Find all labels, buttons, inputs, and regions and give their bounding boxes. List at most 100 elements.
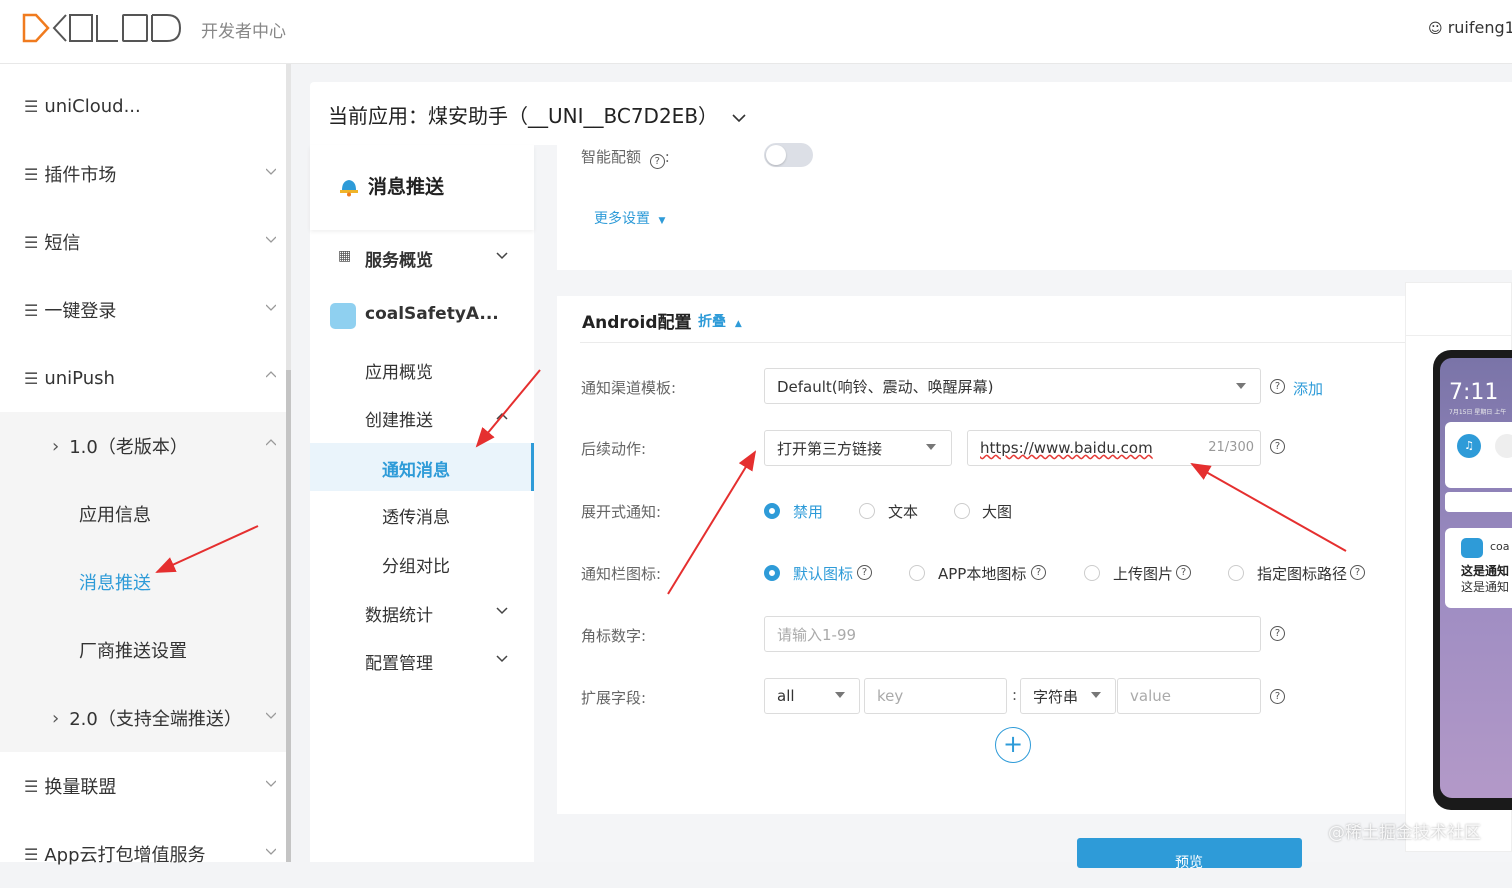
help-icon[interactable]: ? [1270,379,1285,394]
sidebar-item-traffic-alliance[interactable]: ☰ 换量联盟 [0,752,286,820]
grid-icon: ▦ [338,248,352,264]
sidebar-item-unipush[interactable]: ☰ uniPush [0,344,286,412]
nav-item-config-management[interactable]: 配置管理 [310,643,534,679]
url-char-count: 21/300 [1208,440,1254,455]
badge-number-label: 角标数字: [581,627,647,645]
nav-item-passthrough-message[interactable]: 透传消息 [310,497,534,533]
nav-item-create-push[interactable]: 创建推送 [310,400,534,436]
help-icon[interactable]: ? [1270,626,1285,641]
radio-icon-app-local[interactable] [909,565,925,581]
radio-expand-big-image[interactable] [954,503,970,519]
sidebar-item-unicloud[interactable]: ☰ uniCloud... [0,72,286,140]
dcloud-logo[interactable] [22,12,192,44]
radio-icon-app-local-label: APP本地图标 [938,565,1027,583]
chevron-up-icon [496,412,508,420]
help-icon[interactable]: ? [857,565,872,580]
header-subtitle: 开发者中心 [201,22,286,42]
caret-down-icon: ▼ [658,216,666,226]
ext-type-select[interactable]: 字符串 [1020,678,1116,714]
radio-expand-text-label: 文本 [888,503,919,521]
chevron-right-icon: › [52,707,60,729]
nav-item-app-overview[interactable]: 应用概览 [310,352,534,388]
phone-date: 7月15日 星期日 上午 [1449,409,1507,416]
chevron-down-icon [266,848,276,855]
notification-body: 这是通知 [1461,580,1510,594]
music-icon: ♫ [1457,434,1481,458]
list-icon: ☰ [24,164,39,184]
current-app-selector[interactable]: 当前应用：煤安助手（__UNI__BC7D2EB） [328,100,746,129]
radio-expand-disabled-label: 禁用 [793,503,824,521]
nav-item-service-overview[interactable]: ▦ 服务概览 [310,240,534,276]
radio-expand-disabled[interactable] [764,503,780,519]
url-input[interactable]: https://www.baidu.com 21/300 [967,430,1261,466]
channel-template-label: 通知渠道模板: [581,379,677,397]
radio-icon-upload[interactable] [1084,565,1100,581]
sidebar-item-unipush-v1[interactable]: › 1.0（老版本） [0,412,286,480]
add-channel-link[interactable]: 添加 [1293,378,1323,399]
preview-button[interactable]: 预览 [1077,838,1302,871]
nav-item-notification-message[interactable]: 通知消息 [310,443,534,491]
push-bell-icon [340,180,358,197]
list-icon: ☰ [24,232,39,252]
caret-down-icon [1236,383,1246,389]
chevron-down-icon [266,712,276,719]
extension-field-label: 扩展字段: [581,689,647,707]
add-extension-button[interactable]: + [995,727,1031,763]
ext-value-input[interactable]: value [1117,678,1261,714]
nav-item-app-coalsafety[interactable]: coalSafetyA... [310,298,534,334]
radio-icon-path[interactable] [1228,565,1244,581]
notification-app-name: coa [1490,540,1510,553]
ext-scope-select[interactable]: all [764,678,860,714]
sidebar-item-vendor-push-settings[interactable]: 厂商推送设置 [0,616,286,684]
help-icon[interactable]: ? [1270,689,1285,704]
chevron-down-icon [496,252,508,260]
caret-up-icon: ▲ [734,319,742,329]
list-icon: ☰ [24,96,39,116]
more-settings-link[interactable]: 更多设置 ▼ [594,208,665,228]
radio-icon-upload-label: 上传图片 [1113,565,1174,583]
watermark: @稀土掘金技术社区 [1328,823,1481,843]
chevron-down-icon [266,168,276,175]
phone-time: 7:11 [1449,380,1499,405]
help-icon[interactable]: ? [1270,439,1285,454]
push-nav-title: 消息推送 [368,176,445,198]
ext-key-input[interactable]: key [864,678,1007,714]
app-icon [1461,538,1483,558]
smart-config-toggle[interactable] [764,143,813,167]
follow-up-action-select[interactable]: 打开第三方链接 [764,430,952,466]
user-icon: ☺ [1428,21,1443,37]
nav-item-group-compare[interactable]: 分组对比 [310,546,534,582]
left-sidebar: ☰ uniCloud... ☰ 插件市场 ☰ 短信 ☰ 一键登录 ☰ uniPu… [0,64,286,866]
help-icon[interactable]: ? [1176,565,1191,580]
current-app-title: 当前应用：煤安助手（__UNI__BC7D2EB） [328,104,719,128]
sidebar-item-message-push[interactable]: 消息推送 [0,548,286,616]
channel-template-select[interactable]: Default(响铃、震动、唤醒屏幕) [764,368,1261,404]
badge-number-input[interactable]: 请输入1-99 [764,616,1261,652]
notification-card: coa 这是通知 这是通知 [1445,528,1512,608]
sidebar-item-one-click-login[interactable]: ☰ 一键登录 [0,276,286,344]
caret-down-icon [926,444,936,450]
radio-expand-text[interactable] [859,503,875,519]
notification-title: 这是通知 [1461,564,1510,578]
chevron-up-icon [266,439,276,446]
phone-screen: 7:11 7月15日 星期日 上午 ♫ coa 这是通知 这是通知 [1440,358,1512,798]
help-icon[interactable]: ? [649,154,665,169]
list-icon: ☰ [24,776,39,796]
sidebar-item-sms[interactable]: ☰ 短信 [0,208,286,276]
sidebar-item-unipush-v2[interactable]: › 2.0（支持全端推送） [0,684,286,752]
chevron-up-icon [266,371,276,378]
sidebar-scrollbar-thumb[interactable] [286,370,291,862]
help-icon[interactable]: ? [1031,565,1046,580]
user-name: ruifeng1 [1447,18,1512,37]
collapse-link[interactable]: 折叠 ▲ [698,311,742,331]
ext-separator: : [1012,686,1018,704]
sidebar-item-app-info[interactable]: 应用信息 [0,480,286,548]
sidebar-item-app-cloud-build[interactable]: ☰ App云打包增值服务 [0,820,286,888]
radio-icon-default[interactable] [764,565,780,581]
user-menu[interactable]: ☺ ruifeng1 [1428,18,1512,37]
help-icon[interactable]: ? [1350,565,1365,580]
sidebar-item-plugin-market[interactable]: ☰ 插件市场 [0,140,286,208]
nav-item-data-stats[interactable]: 数据统计 [310,595,534,631]
plus-icon: + [1002,730,1024,758]
chevron-down-icon [266,236,276,243]
